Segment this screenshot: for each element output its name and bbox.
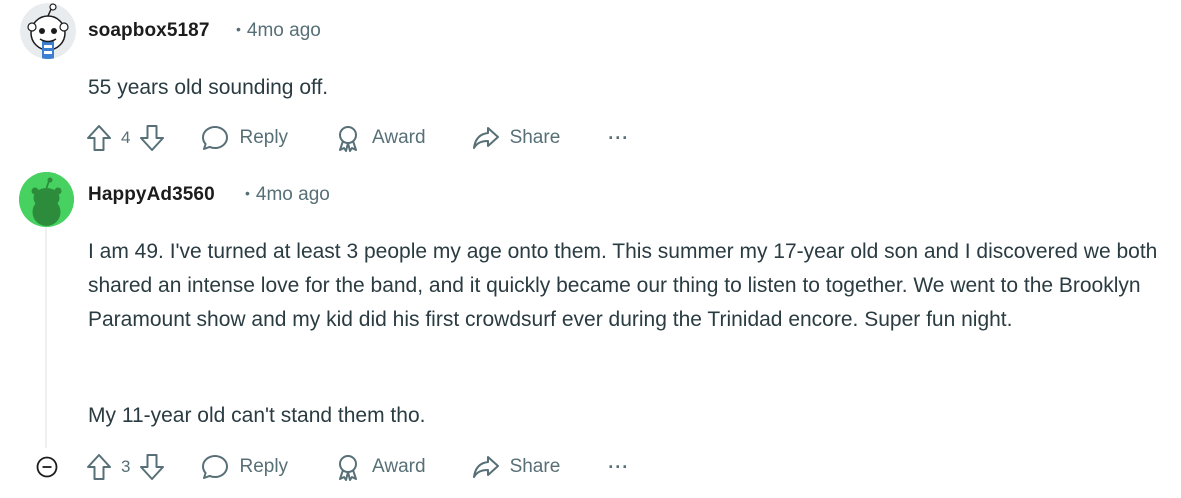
timestamp[interactable]: 4mo ago bbox=[256, 184, 330, 205]
comment-body: My 11-year old can't stand them tho. bbox=[88, 404, 426, 427]
upvote-icon[interactable] bbox=[86, 453, 112, 481]
reply-label: Reply bbox=[239, 127, 289, 148]
share-icon bbox=[472, 453, 500, 481]
reply-label: Reply bbox=[239, 456, 289, 477]
more-icon: ··· bbox=[608, 456, 630, 477]
snoo-avatar-icon bbox=[19, 172, 74, 227]
share-icon bbox=[472, 124, 500, 152]
share-label: Share bbox=[509, 127, 561, 148]
award-label: Award bbox=[372, 456, 426, 477]
comment-meta: • 4mo ago bbox=[236, 20, 321, 42]
vote-count: 4 bbox=[121, 128, 131, 147]
avatar[interactable] bbox=[20, 3, 76, 59]
thread-line bbox=[45, 200, 47, 448]
comment-body: I am 49. I've turned at least 3 people m… bbox=[88, 240, 1158, 331]
separator-dot: • bbox=[245, 185, 250, 201]
award-label: Award bbox=[372, 127, 426, 148]
reply-icon bbox=[201, 453, 229, 481]
username[interactable]: soapbox5187 bbox=[88, 20, 210, 42]
award-icon bbox=[334, 453, 362, 481]
reply-button[interactable]: Reply bbox=[201, 453, 288, 481]
collapse-icon bbox=[36, 456, 58, 478]
collapse-button[interactable] bbox=[36, 456, 58, 478]
comment-action-bar: 3 Reply Award Share ··· bbox=[86, 449, 629, 485]
award-button[interactable]: Award bbox=[334, 124, 426, 152]
upvote-icon[interactable] bbox=[86, 124, 112, 152]
reply-button[interactable]: Reply bbox=[201, 124, 288, 152]
comment-action-bar: 4 Reply Award Share ··· bbox=[86, 120, 629, 156]
timestamp[interactable]: 4mo ago bbox=[247, 20, 321, 41]
more-options-button[interactable]: ··· bbox=[608, 457, 629, 478]
more-icon: ··· bbox=[608, 127, 630, 148]
share-button[interactable]: Share bbox=[472, 124, 561, 152]
more-options-button[interactable]: ··· bbox=[608, 128, 629, 149]
avatar[interactable] bbox=[19, 172, 74, 227]
comment-body: 55 years old sounding off. bbox=[88, 76, 329, 99]
share-label: Share bbox=[509, 456, 561, 477]
snoo-avatar-icon bbox=[20, 3, 76, 59]
award-button[interactable]: Award bbox=[334, 453, 426, 481]
vote-count: 3 bbox=[121, 457, 131, 476]
downvote-icon[interactable] bbox=[139, 453, 165, 481]
downvote-icon[interactable] bbox=[139, 124, 165, 152]
share-button[interactable]: Share bbox=[472, 453, 561, 481]
comment-meta: • 4mo ago bbox=[245, 184, 330, 206]
username[interactable]: HappyAd3560 bbox=[88, 184, 215, 206]
award-icon bbox=[334, 124, 362, 152]
separator-dot: • bbox=[236, 21, 241, 37]
reply-icon bbox=[201, 124, 229, 152]
